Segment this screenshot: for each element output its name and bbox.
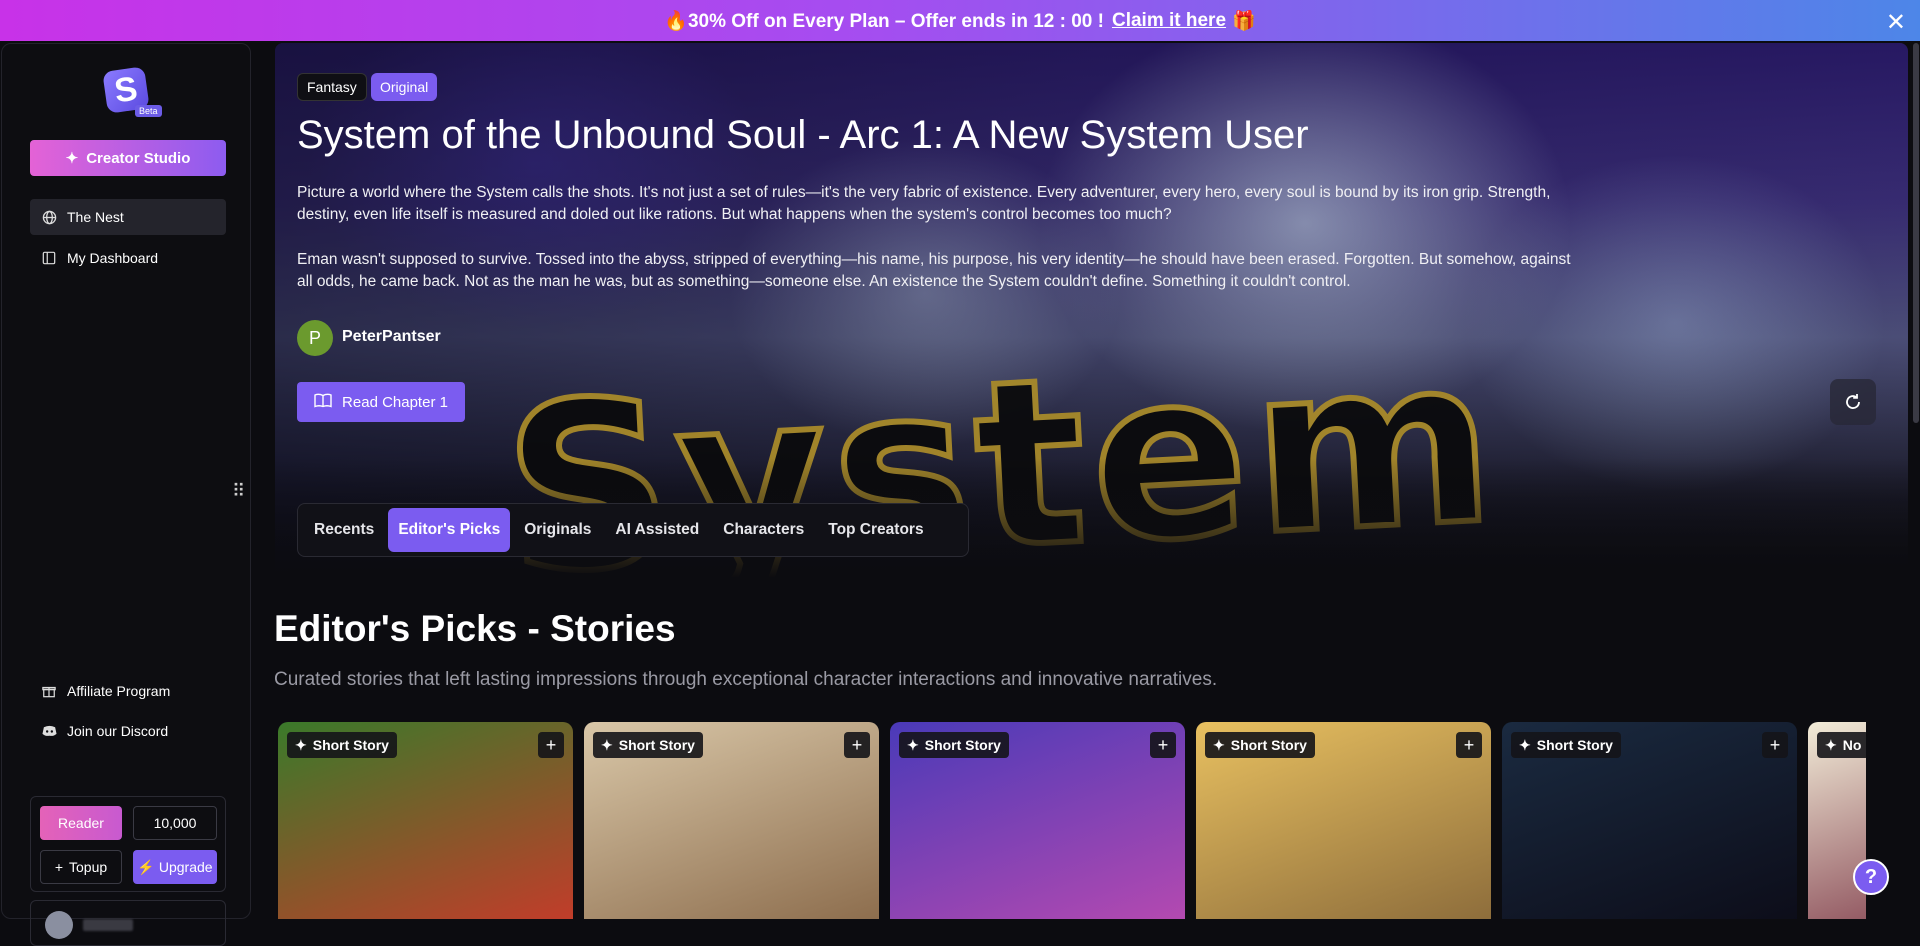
upgrade-label: Upgrade <box>158 859 213 875</box>
sparkle-icon: ✦ <box>1519 736 1531 753</box>
dashboard-icon <box>41 250 57 266</box>
short-story-badge: ✦ Short Story <box>1205 732 1315 758</box>
story-card[interactable]: ✦ Short Story + <box>1502 722 1797 919</box>
card-label: Short Story <box>618 737 695 753</box>
add-icon[interactable]: + <box>1762 732 1788 758</box>
drag-handle-icon[interactable]: ⠿ <box>232 482 245 500</box>
affiliate-label: Affiliate Program <box>67 683 171 699</box>
tab-recents[interactable]: Recents <box>304 508 384 552</box>
story-title: System of the Unbound Soul - Arc 1: A Ne… <box>297 113 1309 157</box>
gift-icon <box>41 683 57 699</box>
discord-icon <box>41 723 57 739</box>
bolt-icon: ⚡ <box>137 858 155 875</box>
tab-top-creators[interactable]: Top Creators <box>818 508 933 552</box>
story-description-2: Eman wasn't supposed to survive. Tossed … <box>297 251 1571 290</box>
upgrade-button[interactable]: ⚡ Upgrade <box>133 850 217 884</box>
read-chapter-button[interactable]: Read Chapter 1 <box>297 382 465 422</box>
story-card[interactable]: ✦ Short Story + <box>584 722 879 919</box>
promo-banner: 🔥30% Off on Every Plan – Offer ends in 1… <box>0 0 1920 41</box>
refresh-icon[interactable] <box>1830 379 1876 425</box>
card-label: Short Story <box>1230 737 1307 753</box>
category-tabs: Recents Editor's Picks Originals AI Assi… <box>297 503 969 557</box>
author-name[interactable]: PeterPantser <box>342 328 441 346</box>
short-story-badge: ✦ Short Story <box>287 732 397 758</box>
story-card[interactable]: ✦ Short Story + <box>278 722 573 919</box>
topup-button[interactable]: + Topup <box>40 850 122 884</box>
discord-label: Join our Discord <box>67 723 169 739</box>
short-story-badge: ✦ Short Story <box>1511 732 1621 758</box>
wallet-panel: Reader 10,000 + Topup ⚡ Upgrade <box>30 796 226 892</box>
sparkle-icon: ✦ <box>1213 736 1225 753</box>
author-avatar[interactable]: P <box>297 320 333 356</box>
section-title: Editor's Picks - Stories <box>274 608 676 649</box>
close-icon[interactable]: ✕ <box>1886 8 1906 37</box>
add-icon[interactable]: + <box>1150 732 1176 758</box>
join-discord-link[interactable]: Join our Discord <box>30 715 226 747</box>
sparkle-icon: ✦ <box>907 736 919 753</box>
story-description-1: Picture a world where the System calls t… <box>297 184 1551 223</box>
sidebar-item-the-nest[interactable]: The Nest <box>30 199 226 235</box>
avatar <box>45 911 73 939</box>
claim-link[interactable]: Claim it here <box>1112 10 1226 32</box>
tab-originals[interactable]: Originals <box>514 508 601 552</box>
tab-editors-picks[interactable]: Editor's Picks <box>388 508 511 552</box>
tab-characters[interactable]: Characters <box>713 508 814 552</box>
app-logo[interactable]: S Beta <box>102 66 162 121</box>
story-card[interactable]: ✦ Short Story + <box>1196 722 1491 919</box>
sidebar-item-my-dashboard[interactable]: My Dashboard <box>30 240 226 276</box>
creator-studio-label: Creator Studio <box>86 149 191 167</box>
card-label: Short Story <box>312 737 389 753</box>
genre-tag[interactable]: Fantasy <box>297 73 367 101</box>
sidebar-item-label: My Dashboard <box>67 250 159 266</box>
credits-balance: 10,000 <box>133 806 217 840</box>
original-tag[interactable]: Original <box>371 73 438 101</box>
card-label: Short Story <box>924 737 1001 753</box>
read-chapter-label: Read Chapter 1 <box>342 393 448 411</box>
short-story-badge: ✦ Short Story <box>899 732 1009 758</box>
story-card[interactable]: ✦ Short Story + <box>890 722 1185 919</box>
sparkle-icon: ✦ <box>65 150 79 167</box>
card-label: Short Story <box>1536 737 1613 753</box>
creator-studio-button[interactable]: ✦ Creator Studio <box>30 140 226 176</box>
plus-icon: + <box>54 859 64 875</box>
gift-icon: 🎁 <box>1232 10 1256 32</box>
short-story-badge: ✦ Short Story <box>593 732 703 758</box>
tab-ai-assisted[interactable]: AI Assisted <box>605 508 709 552</box>
book-icon <box>314 393 332 412</box>
user-name-redacted <box>83 919 133 931</box>
story-card-row: ✦ Short Story + ✦ Short Story + ✦ Short Sto… <box>278 722 1866 919</box>
sparkle-icon: ✦ <box>601 736 613 753</box>
sparkle-icon: ✦ <box>295 736 307 753</box>
add-icon[interactable]: + <box>538 732 564 758</box>
topup-label: Topup <box>69 859 108 875</box>
affiliate-program-link[interactable]: Affiliate Program <box>30 675 226 707</box>
scrollbar[interactable] <box>1913 43 1919 423</box>
plan-badge: Reader <box>40 806 122 840</box>
promo-text: 🔥30% Off on Every Plan – Offer ends in 1… <box>664 10 1104 32</box>
short-story-badge: ✦ No <box>1817 732 1866 758</box>
add-icon[interactable]: + <box>1456 732 1482 758</box>
card-label: No <box>1842 737 1862 753</box>
sidebar: S Beta ✦ Creator Studio The Nest My Dash… <box>1 43 251 946</box>
beta-badge: Beta <box>135 105 162 117</box>
add-icon[interactable]: + <box>844 732 870 758</box>
sparkle-icon: ✦ <box>1825 736 1837 753</box>
help-button[interactable]: ? <box>1853 859 1889 895</box>
globe-icon <box>41 209 57 225</box>
section-subtitle: Curated stories that left lasting impres… <box>274 669 1218 690</box>
user-menu[interactable] <box>30 900 226 946</box>
sidebar-item-label: The Nest <box>67 209 124 225</box>
